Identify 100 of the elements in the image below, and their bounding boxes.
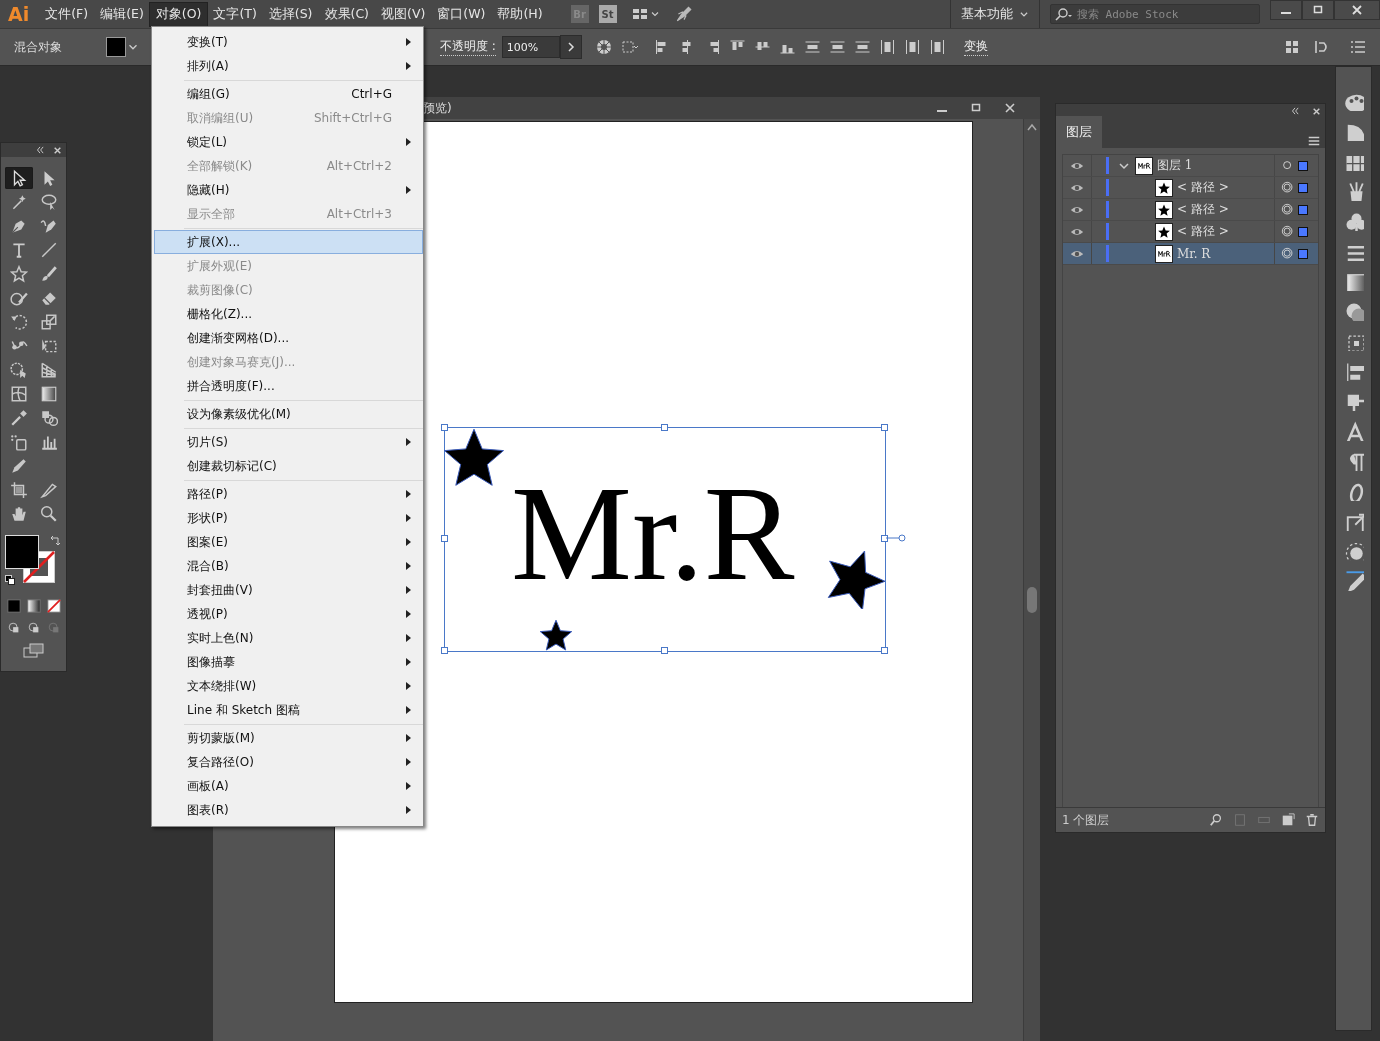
resize-handle[interactable]: [881, 535, 888, 542]
gradient-mode-icon[interactable]: [27, 599, 41, 613]
selection-square[interactable]: [1298, 204, 1308, 215]
opacity-field[interactable]: 100%: [501, 36, 560, 58]
fill-swatch[interactable]: [5, 535, 39, 569]
align-icon[interactable]: [928, 39, 946, 55]
target-circle-icon[interactable]: [1281, 180, 1295, 195]
align-icon[interactable]: [853, 39, 871, 55]
menu-item[interactable]: 对象(O): [149, 2, 208, 26]
menu-option[interactable]: 设为像素级优化(M): [154, 402, 423, 426]
menu-option[interactable]: 形状(P): [154, 506, 423, 530]
menu-item[interactable]: 选择(S): [262, 2, 319, 26]
resize-handle[interactable]: [441, 535, 448, 542]
appearance-icon[interactable]: [1343, 541, 1364, 561]
close-button[interactable]: [1334, 0, 1380, 20]
swap-arrow-icon[interactable]: [49, 535, 61, 547]
selection-square[interactable]: [1298, 182, 1308, 193]
menu-option[interactable]: 封套扭曲(V): [154, 578, 423, 602]
minimize-button[interactable]: [1270, 0, 1302, 20]
close-icon[interactable]: [53, 145, 62, 155]
menu-option[interactable]: Line 和 Sketch 图稿: [154, 698, 423, 722]
menu-option[interactable]: 拼合透明度(F)...: [154, 374, 423, 398]
collapse-icon[interactable]: [35, 145, 45, 155]
search-field[interactable]: 搜索 Adobe Stock: [1050, 4, 1260, 24]
selection-bounding-box[interactable]: [444, 427, 886, 652]
menu-option[interactable]: 排列(A): [154, 54, 423, 78]
new-layer-icon[interactable]: [1281, 813, 1295, 827]
menu-item[interactable]: 效果(C): [318, 2, 375, 26]
resize-handle[interactable]: [881, 424, 888, 431]
expand-caret-icon[interactable]: [1119, 160, 1129, 171]
collapse-icon[interactable]: [1290, 106, 1300, 116]
opacity-arrow-button[interactable]: [559, 35, 582, 59]
color-mode-icon[interactable]: [7, 599, 21, 613]
draw-mode-icon[interactable]: [27, 621, 41, 635]
selection-square[interactable]: [1298, 226, 1308, 237]
resize-handle[interactable]: [661, 647, 668, 654]
menu-option[interactable]: 文本绕排(W): [154, 674, 423, 698]
menu-option[interactable]: 复合路径(O): [154, 750, 423, 774]
target-circle-icon[interactable]: [1281, 224, 1295, 239]
layers-tab[interactable]: 图层: [1056, 116, 1102, 148]
close-icon[interactable]: [1312, 106, 1321, 116]
menu-option[interactable]: 切片(S): [154, 430, 423, 454]
resize-handle[interactable]: [661, 424, 668, 431]
menu-option[interactable]: 透视(P): [154, 602, 423, 626]
menu-option[interactable]: 剪切蒙版(M): [154, 726, 423, 750]
draw-mode-icon[interactable]: [7, 621, 21, 635]
menu-option[interactable]: 画板(A): [154, 774, 423, 798]
panel-menu-icon[interactable]: [1307, 134, 1321, 148]
menu-option[interactable]: 锁定(L): [154, 130, 423, 154]
layer-name[interactable]: < 路径 >: [1177, 223, 1274, 240]
menu-item[interactable]: 文字(T): [207, 2, 263, 26]
scrollbar-thumb[interactable]: [1027, 587, 1037, 613]
align-icon[interactable]: [803, 39, 821, 55]
menu-item[interactable]: 视图(V): [375, 2, 432, 26]
align-icon[interactable]: [828, 39, 846, 55]
menu-item[interactable]: 帮助(H): [491, 2, 549, 26]
layer-name[interactable]: < 路径 >: [1177, 201, 1274, 218]
transform-link[interactable]: 变换: [963, 38, 988, 56]
selection-square[interactable]: [1298, 248, 1308, 259]
layer-name[interactable]: < 路径 >: [1177, 179, 1274, 196]
align-icon[interactable]: [878, 39, 896, 55]
resize-handle[interactable]: [441, 424, 448, 431]
star-shape[interactable]: [539, 618, 573, 652]
screen-mode-icon[interactable]: [22, 643, 45, 659]
menu-item[interactable]: 文件(F): [39, 2, 95, 26]
menu-option[interactable]: 栅格化(Z)...: [154, 302, 423, 326]
menu-option[interactable]: 图案(E): [154, 530, 423, 554]
layer-name[interactable]: Mr. R: [1177, 246, 1274, 261]
align-icon[interactable]: [903, 39, 921, 55]
default-colors-icon[interactable]: [5, 575, 15, 585]
menu-item[interactable]: 编辑(E): [94, 2, 150, 26]
recolor-wheel-icon[interactable]: [595, 39, 612, 55]
artwork-text[interactable]: Mr.R: [511, 465, 795, 601]
menu-option[interactable]: 编组(G) Ctrl+G: [154, 82, 423, 106]
tool-button[interactable]: [5, 167, 33, 189]
layout-grid-icon[interactable]: [630, 6, 649, 22]
layer-row[interactable]: < 路径 >: [1063, 199, 1318, 221]
app-launcher-button[interactable]: St: [598, 5, 617, 23]
layer-row[interactable]: 图层 1: [1063, 155, 1318, 177]
fill-color-swatch[interactable]: [106, 37, 126, 57]
target-circle-icon[interactable]: [1281, 202, 1295, 217]
rocket-icon[interactable]: [674, 5, 693, 23]
opacity-label[interactable]: 不透明度 :: [440, 38, 496, 56]
layer-row[interactable]: Mr. R: [1063, 243, 1318, 265]
maximize-button[interactable]: [1302, 0, 1334, 20]
panel-menu-icon[interactable]: [1350, 39, 1366, 55]
trash-icon[interactable]: [1305, 813, 1319, 827]
search-icon[interactable]: [1209, 813, 1223, 827]
layer-name[interactable]: 图层 1: [1157, 157, 1274, 174]
selection-square[interactable]: [1298, 160, 1308, 171]
menu-option[interactable]: 图表(R): [154, 798, 423, 822]
isolate-grid-icon[interactable]: [1284, 39, 1300, 55]
menu-option[interactable]: 路径(P): [154, 482, 423, 506]
menu-option[interactable]: 变换(T): [154, 30, 423, 54]
target-circle-icon[interactable]: [1281, 246, 1295, 261]
rotate-handle[interactable]: [886, 534, 906, 542]
menu-option[interactable]: 创建裁切标记(C): [154, 454, 423, 478]
menu-option[interactable]: 隐藏(H): [154, 178, 423, 202]
menu-option[interactable]: 图像描摹: [154, 650, 423, 674]
menu-option[interactable]: 扩展(X)...: [154, 230, 423, 254]
